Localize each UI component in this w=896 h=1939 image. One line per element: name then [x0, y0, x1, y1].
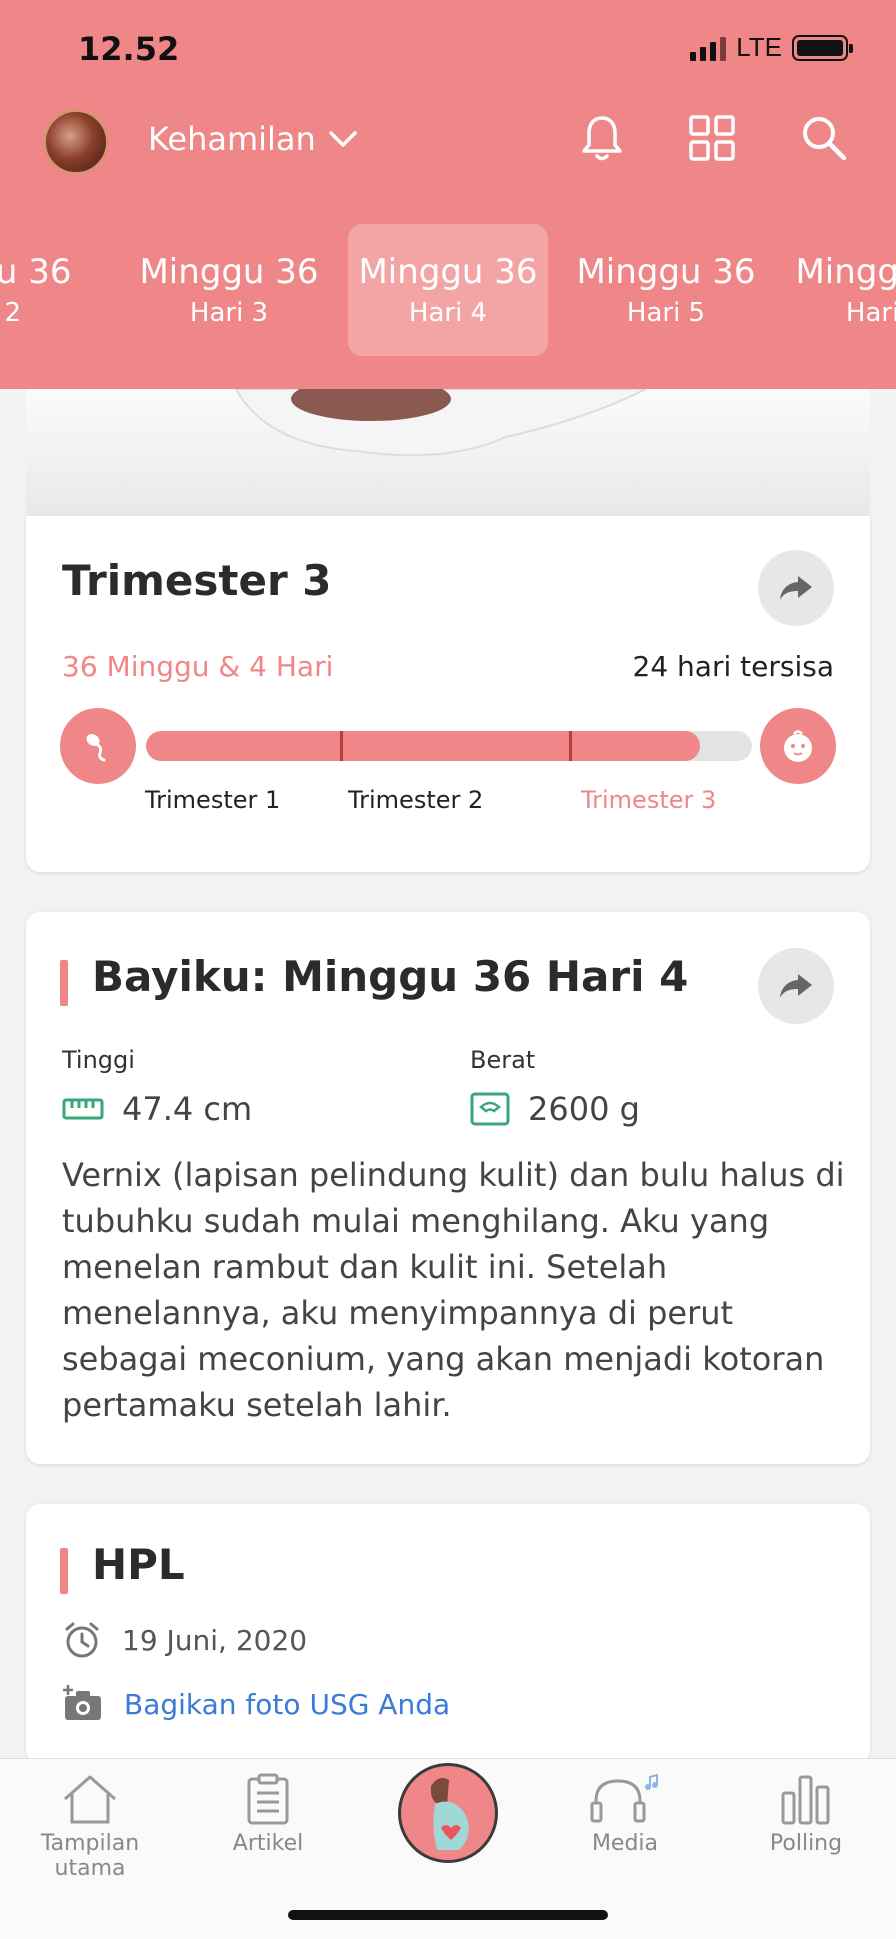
section-marker [60, 960, 68, 1006]
weight-value: 2600 g [528, 1090, 640, 1128]
sperm-icon-badge [60, 708, 136, 784]
height-value: 47.4 cm [122, 1090, 253, 1128]
due-date-row: 19 Juni, 2020 [62, 1620, 307, 1660]
tab-day[interactable]: Minggu 36 Hari 6 [785, 224, 896, 356]
nav-home[interactable]: Tampilan utama [6, 1773, 174, 1881]
battery-icon [792, 34, 853, 61]
grid-icon[interactable] [686, 112, 738, 164]
app-header: 12.52 LTE Kehamilan Minggu 36 Hari 2 Min… [0, 0, 896, 389]
nav-home-label: Tampilan utama [40, 1831, 140, 1881]
trimester-card: Trimester 3 36 Minggu & 4 Hari 24 hari t… [26, 516, 870, 872]
height-label: Tinggi [62, 1046, 135, 1074]
share-icon [780, 576, 812, 600]
nav-polling[interactable]: Polling [752, 1773, 860, 1856]
search-icon[interactable] [798, 112, 850, 164]
pregnancy-center-button[interactable] [398, 1763, 498, 1863]
baby-description: Vernix (lapisan pelindung kulit) dan bul… [62, 1156, 845, 1424]
weight-measure: 2600 g [470, 1090, 640, 1128]
clipboard-icon [247, 1773, 289, 1825]
share-button[interactable] [758, 948, 834, 1024]
bell-icon[interactable] [576, 112, 628, 164]
height-measure: 47.4 cm [62, 1090, 252, 1128]
hpl-card: HPL 19 Juni, 2020 Bagikan foto USG Anda [26, 1504, 870, 1764]
due-date: 19 Juni, 2020 [122, 1623, 308, 1657]
trimester-3-label: Trimester 3 [581, 786, 717, 814]
mode-label: Kehamilan [148, 120, 316, 158]
mode-selector[interactable]: Kehamilan [148, 120, 358, 158]
fetus-image [26, 389, 870, 516]
share-icon [780, 974, 812, 998]
baby-face-icon-badge [760, 708, 836, 784]
nav-media-label: Media [591, 1831, 659, 1856]
nav-polling-label: Polling [769, 1831, 843, 1856]
weight-label: Berat [470, 1046, 536, 1074]
signal-icon [690, 35, 727, 61]
camera-plus-icon [63, 1685, 101, 1720]
tab-day[interactable]: Minggu 36 Hari 3 [129, 224, 329, 356]
share-button[interactable] [758, 550, 834, 626]
share-usg-link[interactable]: Bagikan foto USG Anda [62, 1684, 450, 1724]
status-time: 12.52 [78, 30, 180, 68]
nav-articles[interactable]: Artikel [208, 1773, 328, 1856]
nav-media[interactable]: Media [575, 1773, 675, 1856]
baby-face-icon [784, 730, 812, 762]
nav-articles-label: Artikel [232, 1831, 304, 1856]
progress-fill [146, 731, 701, 761]
hpl-title: HPL [92, 1540, 185, 1589]
home-icon [64, 1775, 116, 1824]
sperm-icon [86, 733, 106, 762]
trimester-2-label: Trimester 2 [348, 786, 484, 814]
elapsed-time: 36 Minggu & 4 Hari [62, 650, 334, 683]
scale-icon [470, 1092, 510, 1126]
baby-title: Bayiku: Minggu 36 Hari 4 [92, 952, 689, 1001]
home-indicator [288, 1910, 608, 1920]
status-indicators: LTE [690, 32, 853, 63]
tab-day[interactable]: Minggu 36 Hari 5 [566, 224, 766, 356]
trimester-title: Trimester 3 [62, 556, 332, 605]
baby-card: Bayiku: Minggu 36 Hari 4 Tinggi 47.4 cm … [26, 912, 870, 1464]
trimester-divider [340, 731, 343, 761]
pregnancy-progress-bar [146, 731, 752, 761]
trimester-divider [569, 731, 572, 761]
chevron-down-icon [329, 131, 357, 147]
ruler-icon [62, 1098, 104, 1120]
avatar[interactable] [44, 110, 108, 174]
remaining-time: 24 hari tersisa [632, 650, 834, 683]
bar-chart-icon [781, 1775, 830, 1825]
network-label: LTE [736, 32, 782, 62]
tab-day-active[interactable]: Minggu 36 Hari 4 [348, 224, 548, 356]
section-marker [60, 1548, 68, 1594]
day-tabs: Minggu 36 Hari 2 Minggu 36 Hari 3 Minggu… [0, 224, 896, 356]
headphones-icon [590, 1773, 658, 1823]
alarm-clock-icon [65, 1622, 99, 1658]
share-usg-label: Bagikan foto USG Anda [124, 1687, 451, 1721]
trimester-1-label: Trimester 1 [145, 786, 281, 814]
tab-day[interactable]: Minggu 36 Hari 2 [0, 224, 82, 356]
pregnant-woman-icon [430, 1778, 469, 1850]
